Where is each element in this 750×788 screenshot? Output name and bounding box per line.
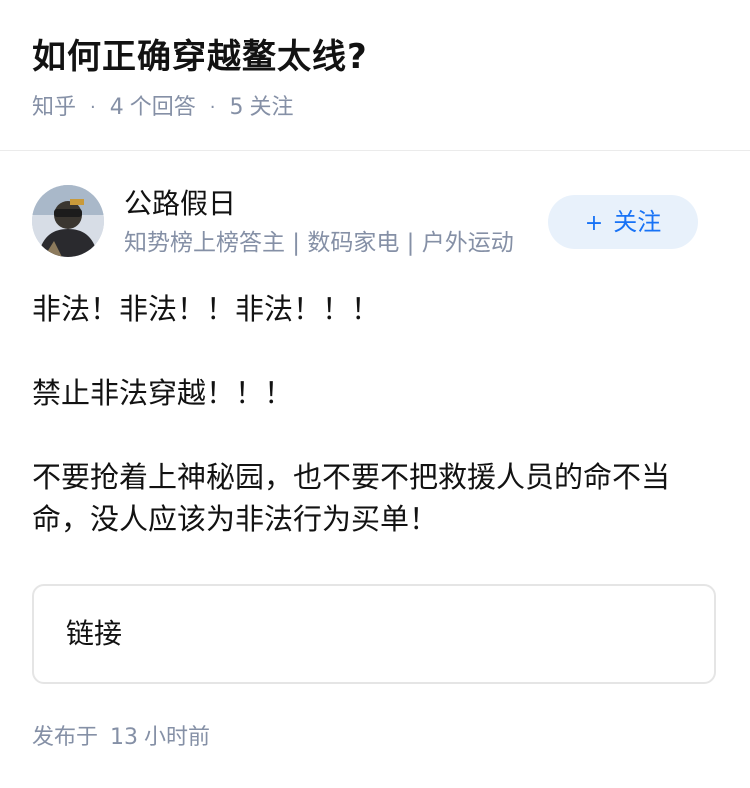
link-card[interactable]: 链接 — [32, 584, 716, 684]
publish-prefix: 发布于 — [32, 725, 99, 750]
author-row: 公路假日 知势榜上榜答主 | 数码家电 | 户外运动 + 关注 — [0, 180, 750, 270]
question-header: 如何正确穿越鳌太线? 知乎 · 4 个回答 · 5 关注 — [0, 0, 750, 150]
publish-unit: 小时前 — [144, 725, 211, 750]
answer-paragraph: 非法！非法！！非法！！！ — [32, 292, 381, 326]
author-badge: 知势榜上榜答主 | 数码家电 | 户外运动 — [124, 230, 514, 256]
link-card-label: 链接 — [66, 617, 123, 650]
follow-label: 关注 — [613, 208, 662, 236]
followers-count: 5 — [229, 95, 244, 120]
question-meta: 知乎 · 4 个回答 · 5 关注 — [32, 92, 294, 124]
question-title[interactable]: 如何正确穿越鳌太线? — [32, 34, 368, 80]
separator-dot: · — [209, 97, 216, 118]
follow-button[interactable]: + 关注 — [548, 195, 698, 249]
avatar-image — [32, 185, 104, 257]
separator-dot: · — [90, 97, 96, 118]
answer-paragraph: 禁止非法穿越！！！ — [32, 376, 294, 410]
avatar[interactable] — [32, 185, 104, 257]
followers-label[interactable]: 关注 — [250, 92, 294, 124]
publish-time: 发布于 13 小时前 — [32, 722, 210, 754]
answer-paragraph: 不要抢着上神秘园，也不要不把救援人员的命不当命，没人应该为非法行为买单！ — [32, 460, 671, 536]
publish-number: 13 — [110, 725, 139, 750]
source-label[interactable]: 知乎 — [32, 92, 76, 124]
answers-count: 4 — [109, 95, 124, 120]
answers-label[interactable]: 个回答 — [130, 92, 196, 124]
plus-icon: + — [584, 211, 604, 236]
header-divider — [0, 150, 750, 151]
author-name[interactable]: 公路假日 — [124, 184, 236, 224]
